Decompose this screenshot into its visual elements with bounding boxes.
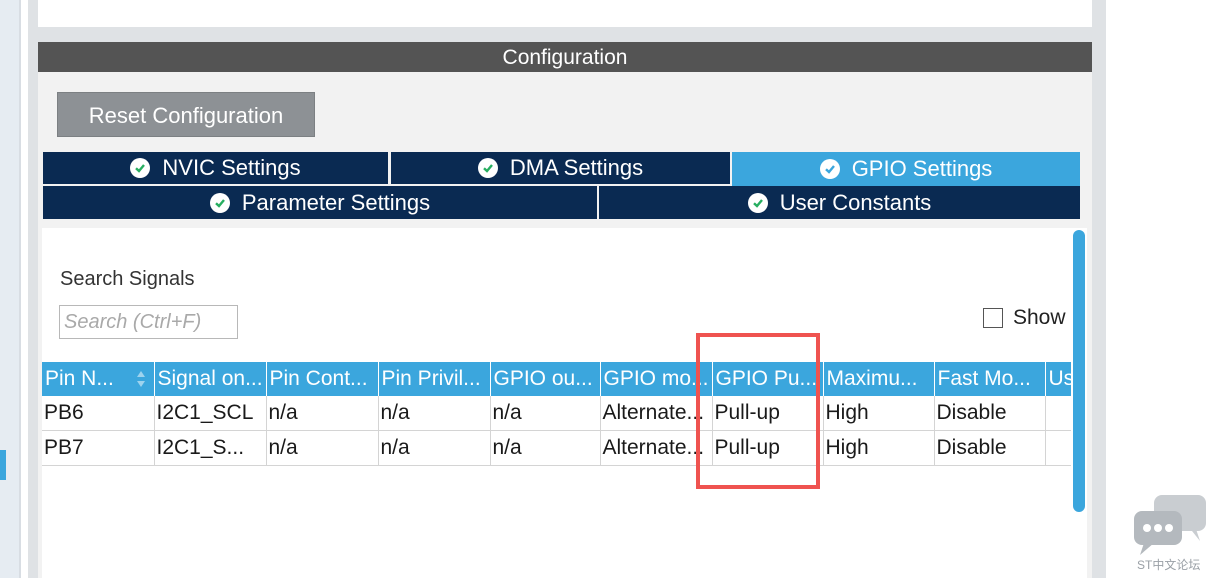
cell-pin-privilege: n/a — [378, 396, 491, 431]
column-header-maximum-speed[interactable]: Maximu... — [823, 362, 935, 396]
table-header-row: Pin N... Signal on... Pin Cont... Pin Pr… — [42, 362, 1072, 396]
tab-label: User Constants — [779, 189, 932, 215]
cell-gpio-pull: Pull-up — [712, 396, 824, 431]
check-circle-icon — [477, 158, 498, 178]
table-row[interactable]: PB7 I2C1_S... n/a n/a n/a Alternate... P… — [42, 430, 1072, 466]
show-checkbox[interactable] — [983, 308, 1003, 328]
upper-pane — [38, 0, 1092, 27]
search-signals-input[interactable] — [59, 305, 238, 339]
left-rail-accent — [0, 450, 6, 480]
tab-dma-settings[interactable]: DMA Settings — [391, 152, 730, 184]
column-header-fast-mode[interactable]: Fast Mo... — [934, 362, 1046, 396]
cell-user-label — [1045, 430, 1072, 466]
cell-signal: I2C1_SCL — [154, 396, 267, 431]
column-header-user-label[interactable]: Us — [1045, 362, 1072, 396]
tab-label: Parameter Settings — [241, 189, 431, 215]
tab-label: DMA Settings — [509, 155, 644, 180]
tab-label: NVIC Settings — [162, 155, 301, 180]
cell-pin-context: n/a — [266, 430, 379, 466]
cell-gpio-mode: Alternate... — [600, 396, 713, 431]
cell-pin-privilege: n/a — [378, 430, 491, 466]
table-row[interactable]: PB6 I2C1_SCL n/a n/a n/a Alternate... Pu… — [42, 396, 1072, 431]
column-header-pin-privilege[interactable]: Pin Privil... — [378, 362, 491, 396]
cell-maximum-speed: High — [823, 430, 935, 466]
check-circle-icon — [819, 159, 840, 179]
cell-gpio-output: n/a — [490, 396, 601, 431]
cell-gpio-output: n/a — [490, 430, 601, 466]
cell-pin-context: n/a — [266, 396, 379, 431]
cell-fast-mode: Disable — [934, 396, 1046, 431]
cell-maximum-speed: High — [823, 396, 935, 431]
configuration-header: Configuration — [38, 42, 1092, 72]
show-checkbox-label: Show — [1013, 306, 1066, 329]
cell-gpio-pull: Pull-up — [712, 430, 824, 466]
column-header-gpio-pull[interactable]: GPIO Pu... — [712, 362, 824, 396]
gpio-signals-table: Pin N... Signal on... Pin Cont... Pin Pr… — [42, 362, 1072, 466]
cell-pin-name: PB7 — [42, 430, 155, 466]
left-rail-divider — [19, 0, 21, 578]
reset-configuration-button[interactable]: Reset Configuration — [57, 92, 315, 137]
tab-gpio-settings[interactable]: GPIO Settings — [732, 152, 1080, 186]
check-circle-icon — [209, 192, 230, 213]
cell-signal: I2C1_S... — [154, 430, 267, 466]
column-header-signal[interactable]: Signal on... — [154, 362, 267, 396]
check-circle-icon — [130, 158, 151, 178]
column-header-gpio-mode[interactable]: GPIO mo... — [600, 362, 713, 396]
cell-fast-mode: Disable — [934, 430, 1046, 466]
forum-watermark-text: ST中文论坛 — [1137, 558, 1201, 572]
column-header-gpio-output[interactable]: GPIO ou... — [490, 362, 601, 396]
left-rail — [0, 0, 20, 578]
sort-icon — [136, 371, 145, 387]
search-signals-label: Search Signals — [60, 268, 195, 290]
tab-user-constants[interactable]: User Constants — [599, 186, 1080, 219]
cell-user-label — [1045, 396, 1072, 431]
tab-nvic-settings[interactable]: NVIC Settings — [43, 152, 388, 184]
check-circle-icon — [747, 192, 768, 213]
column-header-pin-context[interactable]: Pin Cont... — [266, 362, 379, 396]
column-header-pin-name[interactable]: Pin N... — [42, 362, 155, 396]
tab-label: GPIO Settings — [851, 156, 993, 181]
tab-parameter-settings[interactable]: Parameter Settings — [43, 186, 597, 219]
cell-pin-name: PB6 — [42, 396, 155, 431]
vertical-scrollbar-thumb[interactable] — [1073, 230, 1085, 512]
cell-gpio-mode: Alternate... — [600, 430, 713, 466]
